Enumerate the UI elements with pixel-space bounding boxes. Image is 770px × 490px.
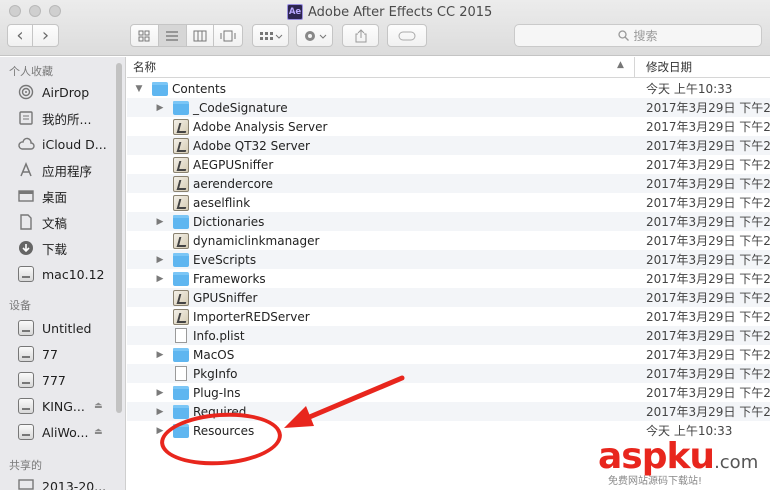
watermark-logo: aspku.com — [598, 436, 758, 477]
watermark-suffix: .com — [714, 452, 759, 473]
watermark-tagline: 免费网站源码下载站! — [608, 476, 703, 487]
watermark-brand: aspku — [598, 436, 715, 477]
annotation-arrow — [284, 375, 405, 428]
